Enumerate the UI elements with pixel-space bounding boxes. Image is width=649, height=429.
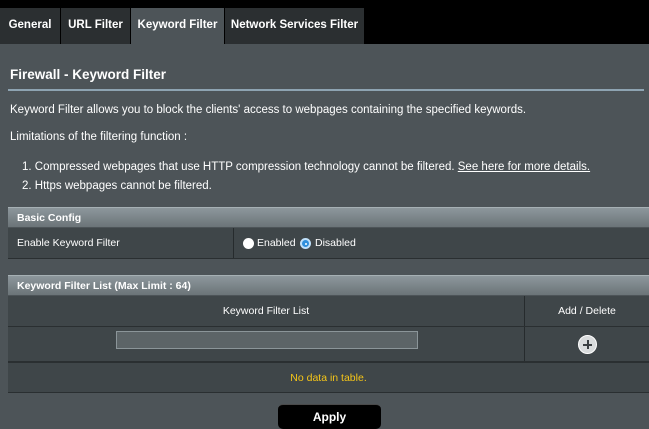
apply-button[interactable]: Apply [278,404,381,429]
radio-disabled[interactable] [300,238,311,249]
more-details-link[interactable]: See here for more details. [458,161,590,173]
row-divider [233,228,234,258]
radio-disabled-label[interactable]: Disabled [315,237,356,249]
limitation-item-1: 1. Compressed webpages that use HTTP com… [22,161,590,173]
limitation-item-2: 2. Https webpages cannot be filtered. [22,180,212,192]
radio-enabled[interactable] [243,238,254,249]
keyword-input-row [8,327,649,362]
limitations-heading: Limitations of the filtering function : [10,131,188,143]
tab-general[interactable]: General [0,8,61,44]
description-text: Keyword Filter allows you to block the c… [10,104,527,116]
empty-table-row: No data in table. [8,362,649,393]
tab-network-services-filter[interactable]: Network Services Filter [225,8,365,44]
tab-keyword-filter[interactable]: Keyword Filter [131,8,225,44]
enable-keyword-filter-row: Enable Keyword Filter Enabled Disabled [8,228,649,259]
tab-url-filter[interactable]: URL Filter [61,8,131,44]
column-header-add-delete: Add / Delete [558,305,616,317]
column-divider [524,327,525,361]
add-keyword-icon[interactable] [578,335,597,354]
title-divider [8,89,644,91]
page-title: Firewall - Keyword Filter [10,67,167,82]
no-data-text: No data in table. [290,372,367,384]
keyword-list-column-headers: Keyword Filter List Add / Delete [8,296,649,327]
limitation-item-1-text: 1. Compressed webpages that use HTTP com… [22,161,455,173]
enable-keyword-filter-label: Enable Keyword Filter [17,237,120,249]
radio-enabled-label[interactable]: Enabled [257,237,296,249]
tab-bar: General URL Filter Keyword Filter Networ… [0,0,649,44]
keyword-input[interactable] [116,331,418,349]
basic-config-header: Basic Config [8,207,649,227]
keyword-list-header: Keyword Filter List (Max Limit : 64) [8,275,649,295]
column-header-keyword-list: Keyword Filter List [222,305,310,317]
